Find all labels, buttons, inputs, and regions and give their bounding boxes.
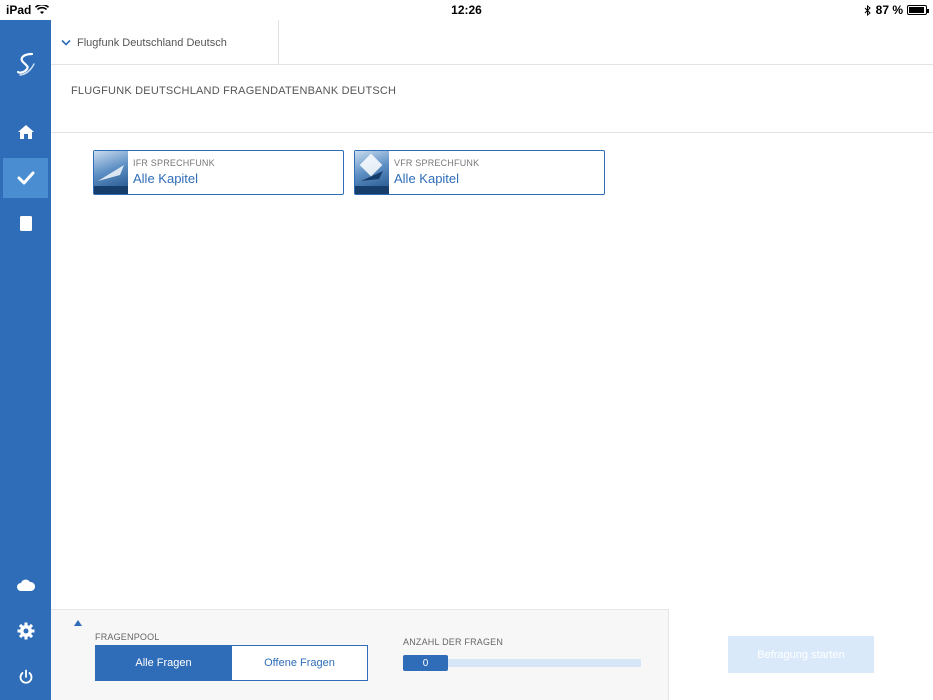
check-icon [17, 171, 34, 185]
question-count-slider[interactable]: 0 [403, 655, 641, 671]
card-text: IFR SPRECHFUNK Alle Kapitel [133, 158, 215, 186]
card-category: IFR SPRECHFUNK [133, 158, 215, 168]
home-icon [17, 125, 34, 139]
card-vfr-sprechfunk[interactable]: VFR SPRECHFUNK Alle Kapitel [354, 150, 605, 195]
pool-option-all[interactable]: Alle Fragen [96, 646, 231, 680]
status-bar: iPad 12:26 87 % [0, 0, 933, 20]
pool-label: FRAGENPOOL [95, 632, 160, 642]
pool-segmented-control: Alle Fragen Offene Fragen [95, 645, 368, 681]
bottom-panel: FRAGENPOOL Alle Fragen Offene Fragen ANZ… [51, 609, 669, 700]
battery-percent: 87 % [875, 3, 903, 17]
count-label: ANZAHL DER FRAGEN [403, 637, 504, 647]
vfr-thumbnail [355, 151, 389, 194]
power-icon [19, 669, 32, 684]
gear-icon [17, 622, 34, 640]
card-chapter: Alle Kapitel [394, 171, 460, 186]
sidebar [0, 20, 51, 700]
top-bar: Flugfunk Deutschland Deutsch [51, 20, 933, 65]
clock: 12:26 [451, 3, 482, 17]
pool-option-open[interactable]: Offene Fragen [231, 646, 367, 680]
chevron-down-icon [61, 39, 71, 46]
sidebar-item-document[interactable] [3, 203, 48, 243]
collapse-arrow-icon[interactable] [74, 620, 82, 626]
ifr-thumbnail [94, 151, 128, 194]
sidebar-item-home[interactable] [3, 112, 48, 152]
card-ifr-sprechfunk[interactable]: IFR SPRECHFUNK Alle Kapitel [93, 150, 344, 195]
card-text: VFR SPRECHFUNK Alle Kapitel [394, 158, 479, 186]
cloud-icon [16, 579, 35, 591]
page-title: FLUGFUNK DEUTSCHLAND FRAGENDATENBANK DEU… [71, 85, 397, 97]
start-quiz-button[interactable]: Befragung starten [728, 636, 874, 673]
sidebar-item-settings[interactable] [3, 611, 48, 651]
database-dropdown[interactable]: Flugfunk Deutschland Deutsch [51, 20, 279, 65]
logo[interactable] [3, 44, 48, 84]
sidebar-item-check[interactable] [3, 158, 48, 198]
sidebar-item-power[interactable] [3, 657, 48, 697]
card-category: VFR SPRECHFUNK [394, 158, 480, 168]
dropdown-label: Flugfunk Deutschland Deutsch [77, 36, 227, 49]
card-chapter: Alle Kapitel [133, 171, 199, 186]
bluetooth-icon [864, 4, 871, 16]
sidebar-item-cloud[interactable] [3, 565, 48, 605]
logo-icon [16, 52, 35, 76]
slider-knob[interactable]: 0 [403, 655, 448, 671]
title-row: FLUGFUNK DEUTSCHLAND FRAGENDATENBANK DEU… [51, 65, 933, 133]
status-right: 87 % [864, 3, 929, 17]
document-icon [19, 215, 32, 231]
battery-icon [907, 5, 929, 15]
